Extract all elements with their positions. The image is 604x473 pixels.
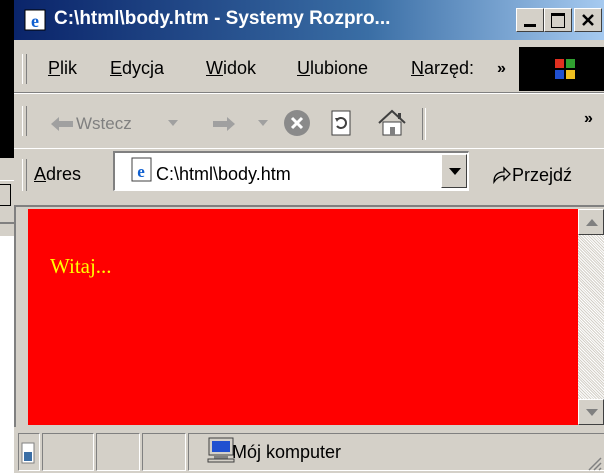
arrow-down-icon (586, 409, 598, 416)
stop-icon (284, 110, 310, 136)
menu-edycja[interactable]: Edycja (110, 58, 164, 79)
vertical-scrollbar[interactable] (578, 209, 604, 425)
menu-narzedzia[interactable]: Narzęd: (411, 58, 491, 79)
status-pane-1 (42, 433, 94, 471)
arrow-up-icon (586, 219, 598, 226)
minimize-icon (524, 24, 536, 27)
maximize-icon (551, 13, 565, 28)
svg-text:e: e (31, 11, 39, 31)
menu-ulubione[interactable]: Ulubione (297, 58, 368, 79)
internet-explorer-icon: e (24, 9, 46, 31)
status-pane-progress (18, 433, 40, 471)
menu-bar: Plik Edycja Widok Ulubione Narzęd: » (14, 44, 604, 93)
scroll-up-button[interactable] (578, 209, 604, 235)
address-label-key: A (34, 164, 47, 184)
window-title: C:\html\body.htm - Systemy Rozpro... (54, 8, 391, 29)
page-body: Witaj... (28, 209, 578, 425)
menu-widok-label: idok (223, 58, 257, 78)
background-window-button[interactable] (0, 184, 11, 206)
page-icon: e (131, 157, 152, 182)
addressbar-grip[interactable] (22, 159, 27, 191)
menu-plik[interactable]: Plik (48, 58, 77, 79)
svg-text:e: e (137, 162, 145, 181)
home-icon (378, 109, 406, 136)
status-zone-text: Mój komputer (232, 442, 342, 462)
windows-flag-icon (555, 59, 575, 79)
page-greeting: Witaj... (50, 254, 112, 278)
page-loading-icon (21, 442, 35, 464)
menu-edycja-label: dycja (122, 58, 165, 78)
windows-throbber-logo (519, 47, 604, 91)
menu-narzedzia-label: arzęd: (424, 58, 475, 78)
scroll-down-button[interactable] (578, 399, 604, 425)
menubar-more-chevron[interactable]: » (497, 60, 506, 78)
maximize-button[interactable] (544, 8, 572, 32)
stop-button[interactable] (282, 108, 316, 140)
minimize-button[interactable] (516, 8, 544, 32)
go-arrow-icon (493, 166, 511, 185)
browser-window: e C:\html\body.htm - Systemy Rozpro... P… (14, 0, 604, 473)
menu-widok[interactable]: Widok (206, 58, 256, 79)
home-button[interactable] (376, 108, 410, 140)
back-dropdown-icon (168, 120, 178, 126)
toolbar-separator (422, 108, 426, 140)
address-label-rest: dres (46, 164, 82, 184)
status-pane-3 (142, 433, 186, 471)
close-icon (582, 14, 594, 26)
go-button[interactable]: Przejdź (492, 163, 572, 186)
menubar-grip[interactable] (22, 54, 27, 84)
refresh-icon (331, 110, 351, 136)
back-button[interactable]: Wstecz (44, 108, 194, 138)
toolbar-more-chevron[interactable]: » (584, 110, 593, 128)
go-label: Przejdź (512, 165, 573, 185)
chevron-down-icon (449, 168, 461, 175)
close-button[interactable] (574, 8, 602, 32)
address-value: C:\html\body.htm (156, 164, 291, 184)
back-label: Wstecz (76, 114, 132, 133)
address-label: Adres (34, 164, 81, 185)
title-bar[interactable]: e C:\html\body.htm - Systemy Rozpro... (14, 0, 604, 40)
menu-ulubione-label: lubione (310, 58, 369, 78)
resize-grip-icon[interactable] (586, 455, 602, 471)
address-dropdown-button[interactable] (441, 154, 467, 188)
toolbar-grip[interactable] (22, 106, 27, 136)
menu-plik-label: lik (60, 58, 78, 78)
refresh-button[interactable] (326, 108, 360, 140)
background-window-edge (0, 158, 14, 473)
background-window-content (0, 236, 14, 473)
forward-arrow-icon (213, 117, 235, 131)
status-pane-2 (96, 433, 140, 471)
back-arrow-icon (51, 117, 73, 131)
background-window-divider (0, 222, 14, 224)
forward-button[interactable] (208, 108, 278, 138)
forward-dropdown-icon (258, 120, 268, 126)
